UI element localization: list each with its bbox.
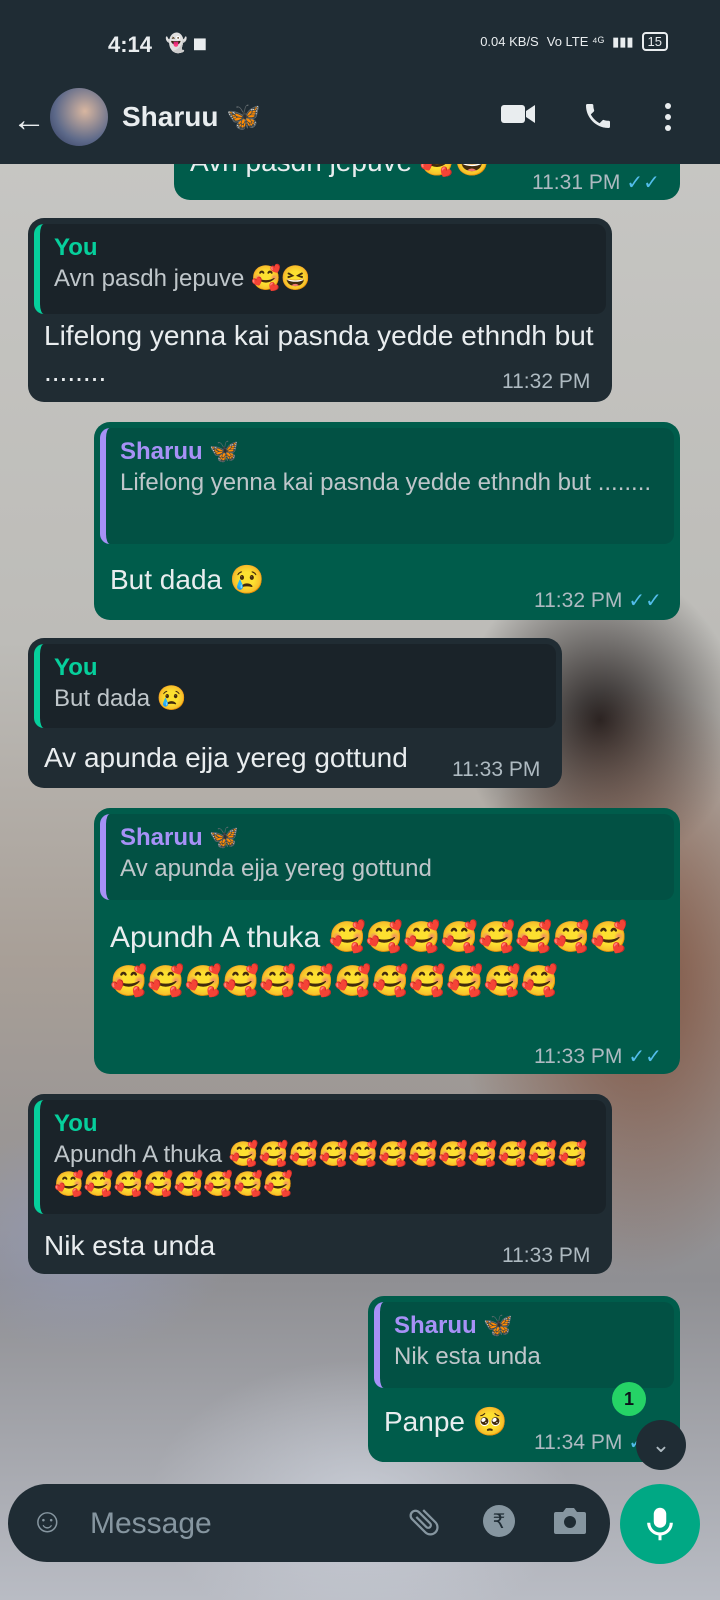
message-composer: ☺ ₹	[8, 1484, 610, 1562]
quoted-message[interactable]: Sharuu 🦋 Av apunda ejja yereg gottund	[100, 814, 674, 900]
microphone-icon	[647, 1507, 673, 1541]
chat-header: ← Sharuu 🦋	[0, 82, 720, 164]
message-input[interactable]	[88, 1500, 392, 1548]
chevron-double-down-icon: ⌄	[651, 1432, 671, 1457]
status-bar: 4:14 👻 ◼ 0.04 KB/S Vo LTE ⁴ᴳ ▮▮▮ 15	[0, 0, 720, 82]
paperclip-icon[interactable]	[406, 1504, 442, 1548]
network-icon: Vo LTE ⁴ᴳ	[546, 34, 605, 49]
message-time: 11:31 PM ✓✓	[532, 171, 660, 194]
message-text: Av apunda ejja yereg gottund	[44, 742, 408, 773]
quoted-message[interactable]: You But dada 😢	[34, 644, 556, 728]
avatar[interactable]	[50, 88, 108, 146]
message-time: 11:33 PM	[452, 758, 541, 781]
quote-text: Apundh A thuka 🥰🥰🥰🥰🥰🥰🥰🥰🥰🥰🥰🥰🥰🥰🥰🥰🥰🥰🥰🥰	[54, 1141, 588, 1198]
message-bubble-incoming[interactable]: You But dada 😢 Av apunda ejja yereg gott…	[28, 638, 562, 788]
quote-author: Sharuu 🦋	[394, 1312, 514, 1339]
net-speed: 0.04 KB/S	[480, 34, 539, 49]
video-call-icon[interactable]	[500, 100, 536, 136]
quote-author: You	[54, 234, 98, 261]
quote-text: But dada 😢	[54, 685, 187, 712]
quote-author: You	[54, 1110, 98, 1137]
message-time: 11:33 PM ✓✓	[534, 1045, 662, 1068]
read-ticks-icon: ✓✓	[626, 172, 660, 194]
quote-text: Av apunda ejja yereg gottund	[120, 855, 432, 882]
quote-author: Sharuu 🦋	[120, 438, 240, 465]
message-time: 11:33 PM	[502, 1244, 591, 1267]
message-text: Nik esta unda	[44, 1230, 216, 1261]
read-ticks-icon: ✓✓	[628, 1046, 662, 1068]
status-time: 4:14	[108, 32, 153, 57]
message-bubble-outgoing[interactable]: Sharuu 🦋 Av apunda ejja yereg gottund Ap…	[94, 808, 680, 1074]
quote-text: Avn pasdh jepuve 🥰😆	[54, 265, 311, 292]
message-time: 11:32 PM	[502, 370, 591, 393]
signal-icon: ▮▮▮	[612, 33, 634, 49]
battery-icon: 15	[641, 32, 668, 51]
message-bubble-outgoing[interactable]: Sharuu 🦋 Lifelong yenna kai pasnda yedde…	[94, 422, 680, 620]
quote-text: Nik esta unda	[394, 1343, 541, 1370]
message-text: But dada 😢	[110, 564, 265, 595]
quote-author: Sharuu 🦋	[120, 824, 240, 851]
quoted-message[interactable]: Sharuu 🦋 Nik esta unda	[374, 1302, 674, 1388]
notification-icons: 👻 ◼	[165, 33, 208, 53]
camera-icon[interactable]	[552, 1504, 588, 1544]
status-right: 0.04 KB/S Vo LTE ⁴ᴳ ▮▮▮ 15	[480, 32, 668, 51]
quote-text: Lifelong yenna kai pasnda yedde ethndh b…	[120, 469, 652, 496]
message-bubble-outgoing[interactable]: Sharuu 🦋 Nik esta unda Panpe 🥺 11:34 PM✓…	[368, 1296, 680, 1462]
unread-count-badge: 1	[612, 1382, 646, 1416]
quote-author: You	[54, 654, 98, 681]
emoji-icon[interactable]: ☺	[30, 1502, 65, 1541]
mic-button[interactable]	[620, 1484, 700, 1564]
message-bubble-incoming[interactable]: You Apundh A thuka 🥰🥰🥰🥰🥰🥰🥰🥰🥰🥰🥰🥰🥰🥰🥰🥰🥰🥰🥰🥰 …	[28, 1094, 612, 1274]
contact-name[interactable]: Sharuu 🦋	[122, 100, 261, 133]
read-ticks-icon: ✓✓	[628, 590, 662, 612]
message-bubble-incoming[interactable]: You Avn pasdh jepuve 🥰😆 Lifelong yenna k…	[28, 218, 612, 402]
message-text: Panpe 🥺	[384, 1406, 508, 1437]
phone-icon[interactable]	[582, 100, 614, 140]
quoted-message[interactable]: Sharuu 🦋 Lifelong yenna kai pasnda yedde…	[100, 428, 674, 544]
message-text: Apundh A thuka 🥰🥰🥰🥰🥰🥰🥰🥰🥰🥰🥰🥰🥰🥰🥰🥰🥰🥰🥰🥰	[110, 921, 628, 998]
rupee-payment-icon[interactable]: ₹	[480, 1502, 518, 1548]
back-arrow-icon[interactable]: ←	[12, 100, 46, 140]
quoted-message[interactable]: You Avn pasdh jepuve 🥰😆	[34, 224, 606, 314]
scroll-to-bottom-button[interactable]: ⌄	[636, 1420, 686, 1470]
quoted-message[interactable]: You Apundh A thuka 🥰🥰🥰🥰🥰🥰🥰🥰🥰🥰🥰🥰🥰🥰🥰🥰🥰🥰🥰🥰	[34, 1100, 606, 1214]
more-options-icon[interactable]	[660, 100, 676, 142]
message-time: 11:32 PM ✓✓	[534, 589, 662, 612]
svg-text:₹: ₹	[493, 1509, 506, 1533]
